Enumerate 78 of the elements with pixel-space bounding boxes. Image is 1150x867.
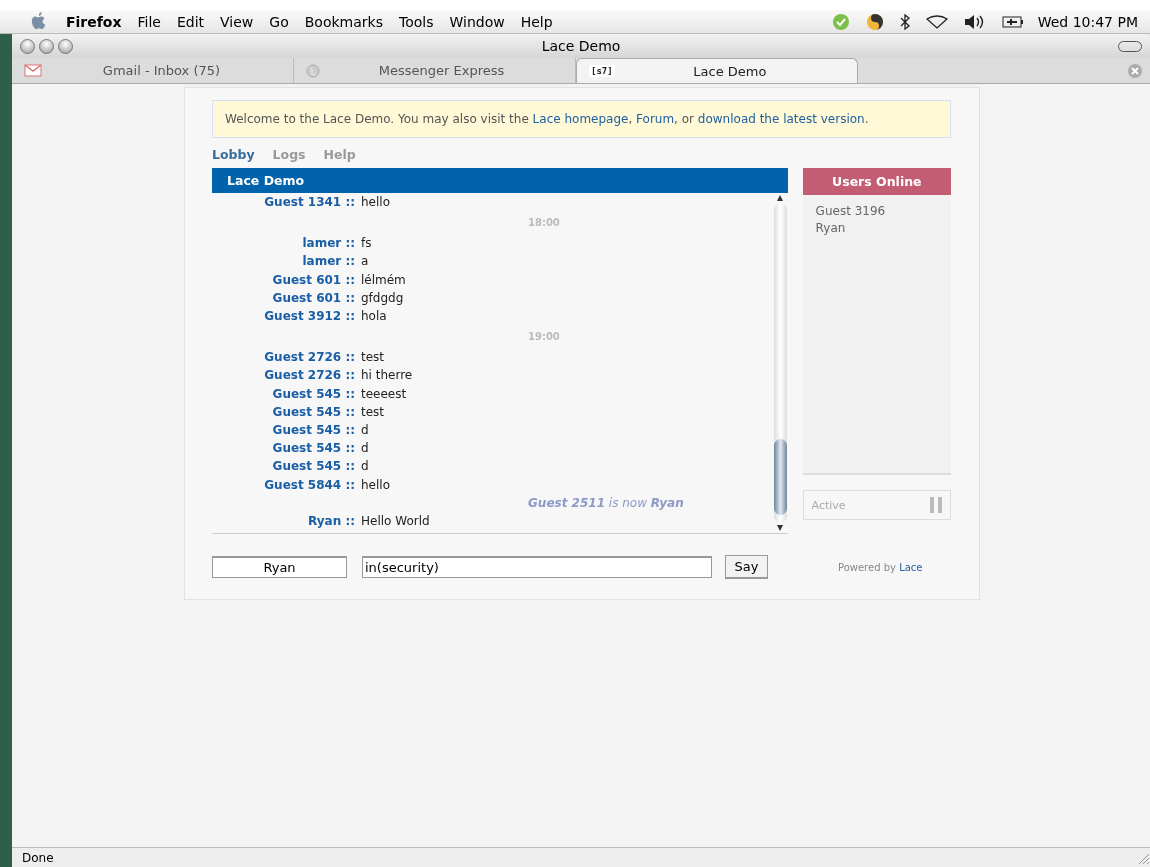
window-title: Lace Demo <box>541 38 621 54</box>
message-author: Guest 545 :: <box>271 404 355 419</box>
message-author: Guest 2726 :: <box>263 368 355 383</box>
message-text: hola <box>361 309 387 324</box>
message-author: Guest 1341 :: <box>263 195 355 210</box>
lace-link[interactable]: Lace <box>899 561 923 573</box>
globe-icon <box>306 63 320 78</box>
chat-status-icon[interactable] <box>831 12 850 31</box>
menu-item[interactable]: Help <box>520 13 553 30</box>
message-text: test <box>361 404 385 419</box>
message-author: Guest 545 :: <box>271 386 355 401</box>
pause-icon[interactable] <box>930 497 942 513</box>
message-text: d <box>361 459 369 474</box>
status-text: Done <box>22 850 54 865</box>
users-header: Users Online <box>802 168 951 195</box>
nav-tab[interactable]: Lobby <box>212 147 255 162</box>
bluetooth-icon[interactable] <box>899 13 910 30</box>
message-text: a <box>361 254 369 269</box>
apple-icon[interactable] <box>30 11 48 32</box>
link[interactable]: download the latest version <box>697 112 865 126</box>
message-text: hello <box>361 477 390 492</box>
menu-item[interactable]: Bookmarks <box>304 13 383 30</box>
powered-by-text: Powered by Lace <box>838 561 923 573</box>
message-author: lamer :: <box>301 254 355 269</box>
message-author: Guest 601 :: <box>271 272 355 287</box>
sphere-icon[interactable] <box>865 12 884 31</box>
message-text: hi therre <box>361 368 413 383</box>
welcome-message: Welcome to the Lace Demo. You may also visit the Lace homepage, Forum, or download the latest version. <box>212 100 951 138</box>
message-author: Guest 545 :: <box>271 441 355 456</box>
wifi-icon[interactable] <box>925 14 948 29</box>
timestamp: 19:00 <box>528 331 560 343</box>
message-field[interactable]: in(security) <box>362 556 712 578</box>
timestamp: 18:00 <box>528 217 560 229</box>
message-author: Guest 2726 :: <box>263 350 355 365</box>
window-control-button[interactable] <box>39 38 54 54</box>
menu-item[interactable]: Go <box>269 13 289 30</box>
scrollbar[interactable] <box>772 193 788 533</box>
scroll-thumb[interactable] <box>773 439 787 515</box>
user-name: Guest 3196 <box>815 203 887 220</box>
menu-item[interactable]: File <box>137 13 161 30</box>
chat-header: Lace Demo <box>212 168 788 193</box>
message-author: Guest 3912 :: <box>263 309 355 324</box>
message-author: Ryan :: <box>307 513 355 528</box>
site-icon: [s7] <box>589 65 615 77</box>
browser-tab[interactable]: Gmail - Inbox (75) <box>12 58 294 83</box>
message-text: hello <box>361 195 390 210</box>
message-text: teeeest <box>361 386 407 401</box>
user-name: Ryan <box>815 220 847 237</box>
window-control-button[interactable] <box>58 38 73 54</box>
browser-tab[interactable]: Messenger Express <box>294 58 576 83</box>
say-button[interactable]: Say <box>725 555 768 579</box>
message-author: Guest 545 :: <box>271 422 355 437</box>
message-text: fs <box>361 236 372 251</box>
message-author: Guest 601 :: <box>271 290 355 305</box>
status-text: Active <box>811 498 846 512</box>
menu-item[interactable]: Tools <box>398 13 434 30</box>
message-text: lélmém <box>361 272 406 287</box>
volume-icon[interactable] <box>963 13 986 30</box>
message-text: d <box>361 422 369 437</box>
mail-icon <box>24 64 42 77</box>
message-author: lamer :: <box>301 236 355 251</box>
menu-item[interactable]: View <box>220 13 254 30</box>
window-control-button[interactable] <box>20 38 35 54</box>
message-text: gfdgdg <box>361 290 404 305</box>
menu-item[interactable]: Edit <box>176 13 205 30</box>
message-text: Hello World <box>361 513 430 528</box>
message-author: Guest 5844 :: <box>263 477 355 492</box>
name-field[interactable]: Ryan <box>212 556 347 578</box>
notice-text: Guest 2511 is now Ryan <box>528 495 684 510</box>
app-menu[interactable]: Firefox <box>66 13 122 30</box>
menu-item[interactable]: Window <box>449 13 505 30</box>
message-author: Guest 545 :: <box>271 459 355 474</box>
message-text: d <box>361 441 369 456</box>
battery-icon[interactable] <box>1001 15 1024 28</box>
menu-clock[interactable]: Wed 10:47 PM <box>1037 13 1138 30</box>
close-tab-icon[interactable] <box>1128 63 1142 78</box>
browser-tab[interactable]: [s7] Lace Demo <box>576 58 858 83</box>
message-text: test <box>361 350 385 365</box>
